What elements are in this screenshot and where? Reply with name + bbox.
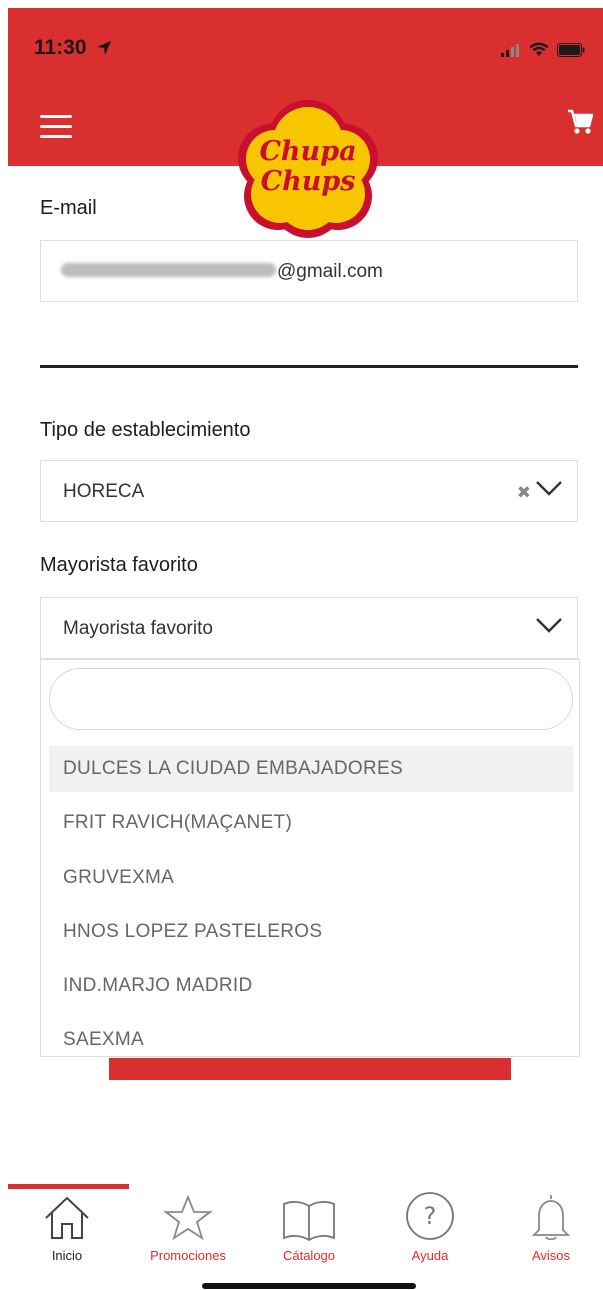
- home-icon: [45, 1196, 89, 1239]
- cart-icon[interactable]: [567, 108, 594, 141]
- wholesaler-value: Mayorista favorito: [63, 618, 213, 639]
- wholesaler-dropdown: DULCES LA CIUDAD EMBAJADORES FRIT RAVICH…: [40, 659, 580, 1057]
- status-icons: [501, 42, 585, 57]
- home-indicator: [202, 1283, 416, 1289]
- clear-icon[interactable]: ✖: [517, 483, 531, 503]
- bottom-tab-bar: Inicio Promociones Cátalogo ? Ayuda Avis…: [0, 1190, 603, 1270]
- signal-icon: [501, 44, 519, 57]
- star-icon: [163, 1194, 213, 1241]
- establishment-select[interactable]: HORECA ✖: [40, 460, 578, 522]
- active-tab-indicator: [8, 1184, 129, 1189]
- email-label: E-mail: [40, 197, 97, 219]
- bell-icon: [531, 1195, 571, 1241]
- svg-text:Chupa: Chupa: [259, 136, 356, 167]
- submit-button[interactable]: [109, 1058, 511, 1080]
- tab-promociones[interactable]: Promociones: [133, 1190, 243, 1263]
- dropdown-search-input[interactable]: [49, 668, 573, 730]
- wholesaler-label: Mayorista favorito: [40, 554, 198, 576]
- svg-text:Chups: Chups: [261, 166, 356, 197]
- tab-ayuda[interactable]: ? Ayuda: [375, 1190, 485, 1263]
- dropdown-option[interactable]: DULCES LA CIUDAD EMBAJADORES: [49, 746, 573, 792]
- dropdown-option[interactable]: HNOS LOPEZ PASTELEROS: [49, 909, 573, 955]
- book-icon: [283, 1201, 335, 1242]
- establishment-label: Tipo de establecimiento: [40, 419, 251, 441]
- dropdown-option[interactable]: IND.MARJO MADRID: [49, 963, 573, 1009]
- dropdown-option[interactable]: FRIT RAVICH(MAÇANET): [49, 800, 573, 846]
- dropdown-option[interactable]: GRUVEXMA: [49, 855, 573, 901]
- tab-avisos[interactable]: Avisos: [496, 1190, 603, 1263]
- establishment-value: HORECA: [63, 481, 145, 502]
- battery-icon: [557, 43, 585, 57]
- brand-logo: Chupa Chups: [234, 96, 382, 240]
- status-time: 11:30: [34, 36, 112, 60]
- chevron-down-icon[interactable]: [535, 616, 563, 634]
- chevron-down-icon[interactable]: [535, 479, 563, 497]
- menu-icon[interactable]: [40, 115, 72, 141]
- tab-catalogo[interactable]: Cátalogo: [254, 1190, 364, 1263]
- email-redaction: [61, 263, 276, 277]
- tab-inicio[interactable]: Inicio: [12, 1190, 122, 1263]
- help-icon: ?: [406, 1192, 454, 1240]
- svg-text:?: ?: [424, 1202, 437, 1230]
- location-arrow-icon: [97, 41, 112, 55]
- email-value: @gmail.com: [277, 261, 383, 282]
- wholesaler-select[interactable]: Mayorista favorito: [40, 597, 578, 659]
- section-divider: [40, 365, 578, 368]
- dropdown-option[interactable]: SAEXMA: [49, 1017, 573, 1063]
- email-field[interactable]: @gmail.com: [40, 240, 578, 302]
- wifi-icon: [529, 42, 549, 56]
